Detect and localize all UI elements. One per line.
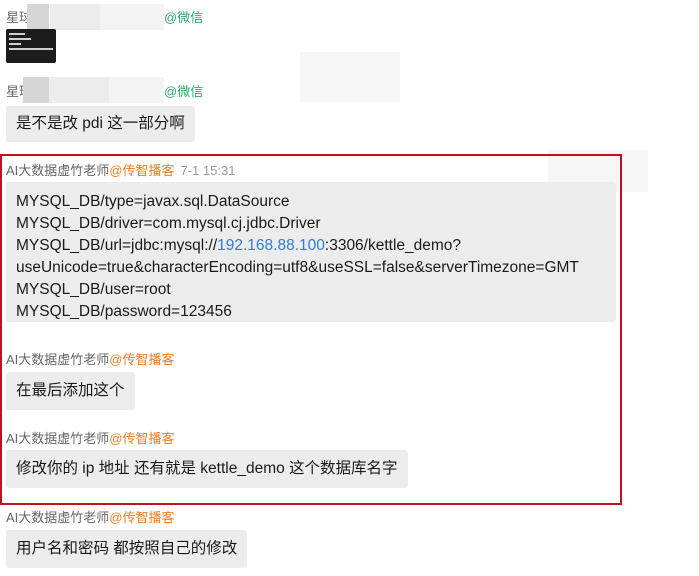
redacted-block — [49, 77, 109, 103]
message-bubble[interactable]: 是不是改 pdi 这一部分啊 — [6, 106, 195, 142]
message-bubble[interactable]: 用户名和密码 都按照自己的修改 — [6, 530, 248, 568]
sender-source: @微信 — [164, 84, 204, 99]
background-blur — [300, 52, 400, 102]
image-thumbnail[interactable] — [6, 29, 56, 63]
ip-link[interactable]: 192.168.88.100 — [217, 237, 325, 254]
redacted-block — [109, 77, 164, 103]
sender-source: @微信 — [164, 10, 204, 25]
redacted-block — [27, 4, 49, 30]
redacted-block — [100, 4, 164, 30]
config-line: MYSQL_DB/user=root — [16, 281, 171, 298]
message-bubble[interactable]: 在最后添加这个 — [6, 372, 135, 410]
sender-header: AI大数据虚竹老师@传智播客 — [6, 431, 175, 446]
config-line: MYSQL_DB/type=javax.sql.DataSource — [16, 193, 290, 210]
config-line: useUnicode=true&characterEncoding=utf8&u… — [16, 259, 579, 276]
sender-header: AI大数据虚竹老师@传智播客 7-1 15:31 — [6, 163, 236, 178]
redacted-block — [23, 77, 49, 103]
redacted-block — [50, 4, 100, 30]
sender-header: AI大数据虚竹老师@传智播客 — [6, 510, 175, 525]
sender-header: AI大数据虚竹老师@传智播客 — [6, 352, 175, 367]
config-line: MYSQL_DB/driver=com.mysql.cj.jdbc.Driver — [16, 215, 321, 232]
config-message-bubble[interactable]: MYSQL_DB/type=javax.sql.DataSource MYSQL… — [6, 182, 616, 322]
message-bubble[interactable]: 修改你的 ip 地址 还有就是 kettle_demo 这个数据库名字 — [6, 450, 408, 488]
config-line-url: MYSQL_DB/url=jdbc:mysql://192.168.88.100… — [16, 237, 462, 254]
config-line: MYSQL_DB/password=123456 — [16, 303, 232, 320]
